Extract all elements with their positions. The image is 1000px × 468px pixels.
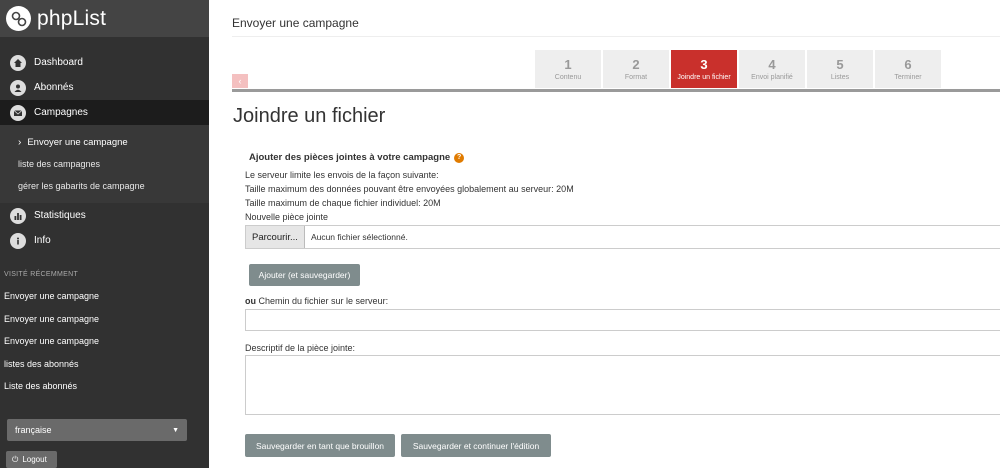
brand[interactable]: phpList xyxy=(0,0,209,37)
caret-down-icon: ▼ xyxy=(172,426,179,434)
step-schedule[interactable]: 4 Envoi planifié xyxy=(739,50,805,88)
step-lists[interactable]: 5 Listes xyxy=(807,50,873,88)
stats-icon xyxy=(10,207,26,224)
recent-item[interactable]: listes des abonnés xyxy=(0,353,209,376)
main-nav: Dashboard Abonnés Campagnes › Envoyer un… xyxy=(0,50,209,253)
recent-list: Envoyer une campagne Envoyer une campagn… xyxy=(0,285,209,398)
subnav-label: Envoyer une campagne xyxy=(27,136,128,148)
step-attach-file[interactable]: 3 Joindre un fichier xyxy=(671,50,737,88)
step-label: Joindre un fichier xyxy=(677,73,731,81)
wizard-steps: 1 Contenu 2 Format 3 Joindre un fichier … xyxy=(535,50,943,88)
or-label: ou xyxy=(245,296,256,306)
nav-label: Statistiques xyxy=(34,210,86,221)
logout-button[interactable]: ⏻ Logout xyxy=(6,451,57,468)
user-icon xyxy=(10,79,26,96)
nav-item-statistics[interactable]: Statistiques xyxy=(0,203,209,228)
max-total-size: Taille maximum des données pouvant être … xyxy=(245,184,574,194)
step-number: 2 xyxy=(632,56,640,72)
step-label: Contenu xyxy=(554,73,582,81)
recent-section-label: VISITÉ RÉCEMMENT xyxy=(4,271,79,278)
page-header: Envoyer une campagne xyxy=(232,16,359,30)
sidebar: phpList Dashboard Abonnés Campagnes › En… xyxy=(0,0,209,468)
new-attachment-label: Nouvelle pièce jointe xyxy=(245,212,329,222)
envelope-icon xyxy=(10,104,26,121)
step-finish[interactable]: 6 Terminer xyxy=(875,50,941,88)
language-value: française xyxy=(15,425,52,435)
help-icon[interactable]: ? xyxy=(454,152,465,163)
back-button[interactable]: ‹ xyxy=(232,74,248,88)
home-icon xyxy=(10,54,26,71)
save-continue-button[interactable]: Sauvegarder et continuer l'édition xyxy=(401,434,551,457)
page-title: Joindre un fichier xyxy=(233,105,386,127)
subnav-item-campaign-list[interactable]: liste des campagnes xyxy=(0,153,209,175)
chevron-left-icon: ‹ xyxy=(238,76,242,86)
description-textarea[interactable] xyxy=(245,355,1000,415)
step-label: Format xyxy=(624,73,648,81)
nav-label: Info xyxy=(34,235,51,246)
server-path-input[interactable] xyxy=(245,309,1000,331)
description-label: Descriptif de la pièce jointe: xyxy=(245,343,356,353)
campaigns-subnav: › Envoyer une campagne liste des campagn… xyxy=(0,125,209,203)
browse-button[interactable]: Parcourir... xyxy=(246,226,305,248)
recent-item[interactable]: Liste des abonnés xyxy=(0,375,209,398)
main-content: Envoyer une campagne ‹ 1 Contenu 2 Forma… xyxy=(209,0,1000,468)
recent-item[interactable]: Envoyer une campagne xyxy=(0,330,209,353)
subnav-label: liste des campagnes xyxy=(18,159,101,169)
server-path-label: ou Chemin du fichier sur le serveur: xyxy=(245,296,388,306)
logout-label: Logout xyxy=(22,455,47,464)
phplist-logo-icon xyxy=(6,6,31,31)
header-divider xyxy=(232,36,1000,37)
nav-label: Campagnes xyxy=(34,107,88,118)
subnav-item-templates[interactable]: gérer les gabarits de campagne xyxy=(0,175,209,197)
server-path-text: Chemin du fichier sur le serveur: xyxy=(258,296,389,306)
nav-label: Dashboard xyxy=(34,57,83,68)
step-format[interactable]: 2 Format xyxy=(603,50,669,88)
file-input[interactable]: Parcourir... Aucun fichier sélectionné. xyxy=(245,225,1000,249)
add-and-save-button[interactable]: Ajouter (et sauvegarder) xyxy=(249,264,360,286)
subnav-item-send-campaign[interactable]: › Envoyer une campagne xyxy=(0,131,209,153)
recent-item[interactable]: Envoyer une campagne xyxy=(0,308,209,331)
nav-item-dashboard[interactable]: Dashboard xyxy=(0,50,209,75)
chevron-right-icon: › xyxy=(18,136,22,148)
step-label: Listes xyxy=(830,73,850,81)
step-number: 3 xyxy=(700,56,708,72)
step-number: 6 xyxy=(904,56,912,72)
info-icon xyxy=(10,232,26,249)
section-heading: Ajouter des pièces jointes à votre campa… xyxy=(249,152,465,163)
brand-name: phpList xyxy=(37,6,107,30)
recent-item[interactable]: Envoyer une campagne xyxy=(0,285,209,308)
subnav-label: gérer les gabarits de campagne xyxy=(18,181,145,191)
nav-label: Abonnés xyxy=(34,82,74,93)
max-file-size: Taille maximum de chaque fichier individ… xyxy=(245,198,441,208)
nav-item-subscribers[interactable]: Abonnés xyxy=(0,75,209,100)
nav-item-campaigns[interactable]: Campagnes xyxy=(0,100,209,125)
save-draft-button[interactable]: Sauvegarder en tant que brouillon xyxy=(245,434,395,457)
nav-item-info[interactable]: Info xyxy=(0,228,209,253)
power-icon: ⏻ xyxy=(12,454,19,464)
language-select[interactable]: française ▼ xyxy=(7,419,187,441)
step-label: Envoi planifié xyxy=(751,73,793,81)
step-number: 1 xyxy=(564,56,572,72)
section-heading-text: Ajouter des pièces jointes à votre campa… xyxy=(249,152,451,163)
step-number: 4 xyxy=(768,56,776,72)
steps-divider xyxy=(232,89,1000,92)
step-content[interactable]: 1 Contenu xyxy=(535,50,601,88)
no-file-text: Aucun fichier sélectionné. xyxy=(310,232,408,242)
step-number: 5 xyxy=(836,56,844,72)
step-label: Terminer xyxy=(894,73,922,81)
limit-info: Le serveur limite les envois de la façon… xyxy=(245,170,439,180)
